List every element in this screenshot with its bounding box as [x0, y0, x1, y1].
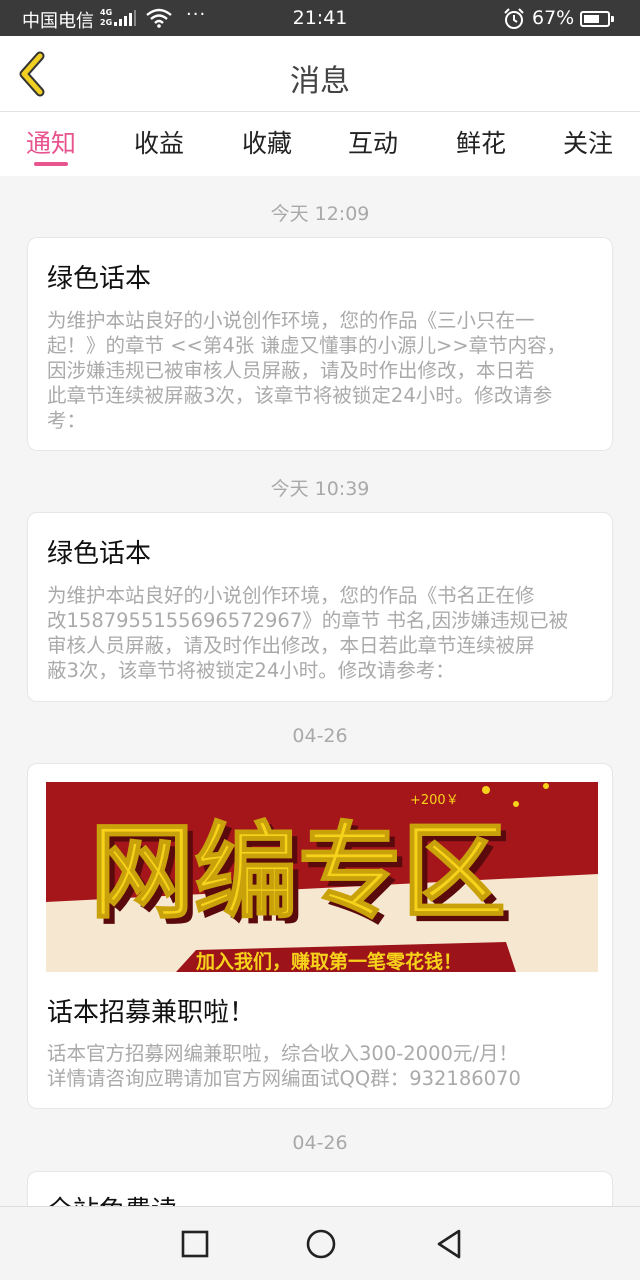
message-body-line: 为维护本站良好的小说创作环境，您的作品《三小只在一	[47, 309, 535, 332]
battery-icon	[580, 11, 614, 27]
message-title: 绿色话本	[47, 264, 152, 294]
message-card[interactable]: 绿色话本 为维护本站良好的小说创作环境，您的作品《三小只在一 起！》的章节 <<…	[27, 237, 613, 451]
tab-notice[interactable]: 通知	[6, 124, 96, 160]
status-bar: 中国电信 4G 2G ··· 21:41 67%	[0, 0, 640, 36]
app-header: 消息	[0, 36, 640, 112]
tab-flowers[interactable]: 鲜花	[436, 124, 526, 160]
message-date: 04-26	[292, 725, 348, 747]
battery-percent: 67%	[532, 7, 575, 29]
message-body-line: 因涉嫌违规已被审核人员屏蔽，请及时作出修改，本日若	[47, 359, 535, 382]
message-body-line: 蔽3次，该章节将被锁定24小时。修改请参考：	[47, 659, 455, 682]
message-body-line: 改1587955155696572967》的章节 书名,因涉嫌违规已被	[47, 609, 569, 632]
message-body-line: 话本官方招募网编兼职啦，综合收入300-2000元/月！	[47, 1042, 518, 1065]
message-date: 今天 10:39	[270, 478, 370, 500]
message-date: 今天 12:09	[270, 203, 370, 225]
message-tabs: 通知 收益 收藏 互动 鲜花 关注	[0, 112, 640, 176]
message-body-line: 详情请咨询应聘请加官方网编面试QQ群：932186070	[47, 1067, 521, 1090]
alarm-icon	[504, 8, 524, 29]
message-date: 04-26	[292, 1132, 348, 1154]
message-body-line: 起！》的章节 <<第4张 谦虚又懂事的小源儿>>章节内容，	[47, 334, 567, 357]
banner-slogan: 加入我们，赚取第一笔零花钱！	[195, 950, 462, 972]
banner-graphic: +200￥ 网编专区 网编专区 加入我们，赚取第一笔零花钱！	[46, 782, 598, 972]
message-title: 话本招募兼职啦！	[47, 998, 256, 1028]
back-triangle-icon[interactable]	[432, 1227, 466, 1261]
message-card[interactable]: 绿色话本 为维护本站良好的小说创作环境，您的作品《书名正在修 改15879551…	[27, 512, 613, 702]
message-title: 绿色话本	[47, 539, 152, 569]
tab-interaction[interactable]: 互动	[328, 124, 418, 160]
system-nav-bar	[0, 1206, 640, 1280]
message-feed[interactable]: 今天 12:09 绿色话本 为维护本站良好的小说创作环境，您的作品《三小只在一 …	[0, 176, 640, 1206]
banner-reward: +200￥	[410, 793, 459, 808]
message-card[interactable]: 全站免费读	[27, 1171, 613, 1206]
message-card[interactable]: +200￥ 网编专区 网编专区 加入我们，赚取第一笔零花钱！ 话本招募兼职啦！ …	[27, 763, 613, 1109]
active-tab-indicator	[34, 162, 68, 166]
page-title: 消息	[290, 64, 350, 99]
message-body-line: 此章节连续被屏蔽3次，该章节将被锁定24小时。修改请参	[47, 384, 553, 407]
square-icon[interactable]	[178, 1227, 212, 1261]
message-body-line: 为维护本站良好的小说创作环境，您的作品《书名正在修	[47, 584, 535, 607]
message-body-line: 考：	[47, 409, 87, 432]
banner-headline: 网编专区	[90, 811, 506, 933]
tab-follow[interactable]: 关注	[543, 124, 633, 160]
tab-favorites[interactable]: 收藏	[222, 124, 312, 160]
message-body-line: 审核人员屏蔽，请及时作出修改，本日若此章节连续被屏	[47, 634, 535, 657]
message-title: 全站免费读	[47, 1190, 177, 1206]
message-body: 话本官方招募网编兼职啦，综合收入300-2000元/月！ 详情请咨询应聘请加官方…	[47, 1041, 599, 1091]
tab-earnings[interactable]: 收益	[114, 124, 204, 160]
message-body: 为维护本站良好的小说创作环境，您的作品《三小只在一 起！》的章节 <<第4张 谦…	[47, 308, 599, 433]
recruitment-banner[interactable]: +200￥ 网编专区 网编专区 加入我们，赚取第一笔零花钱！	[46, 782, 598, 972]
circle-icon[interactable]	[304, 1227, 338, 1261]
message-body: 为维护本站良好的小说创作环境，您的作品《书名正在修 改1587955155696…	[47, 583, 599, 683]
